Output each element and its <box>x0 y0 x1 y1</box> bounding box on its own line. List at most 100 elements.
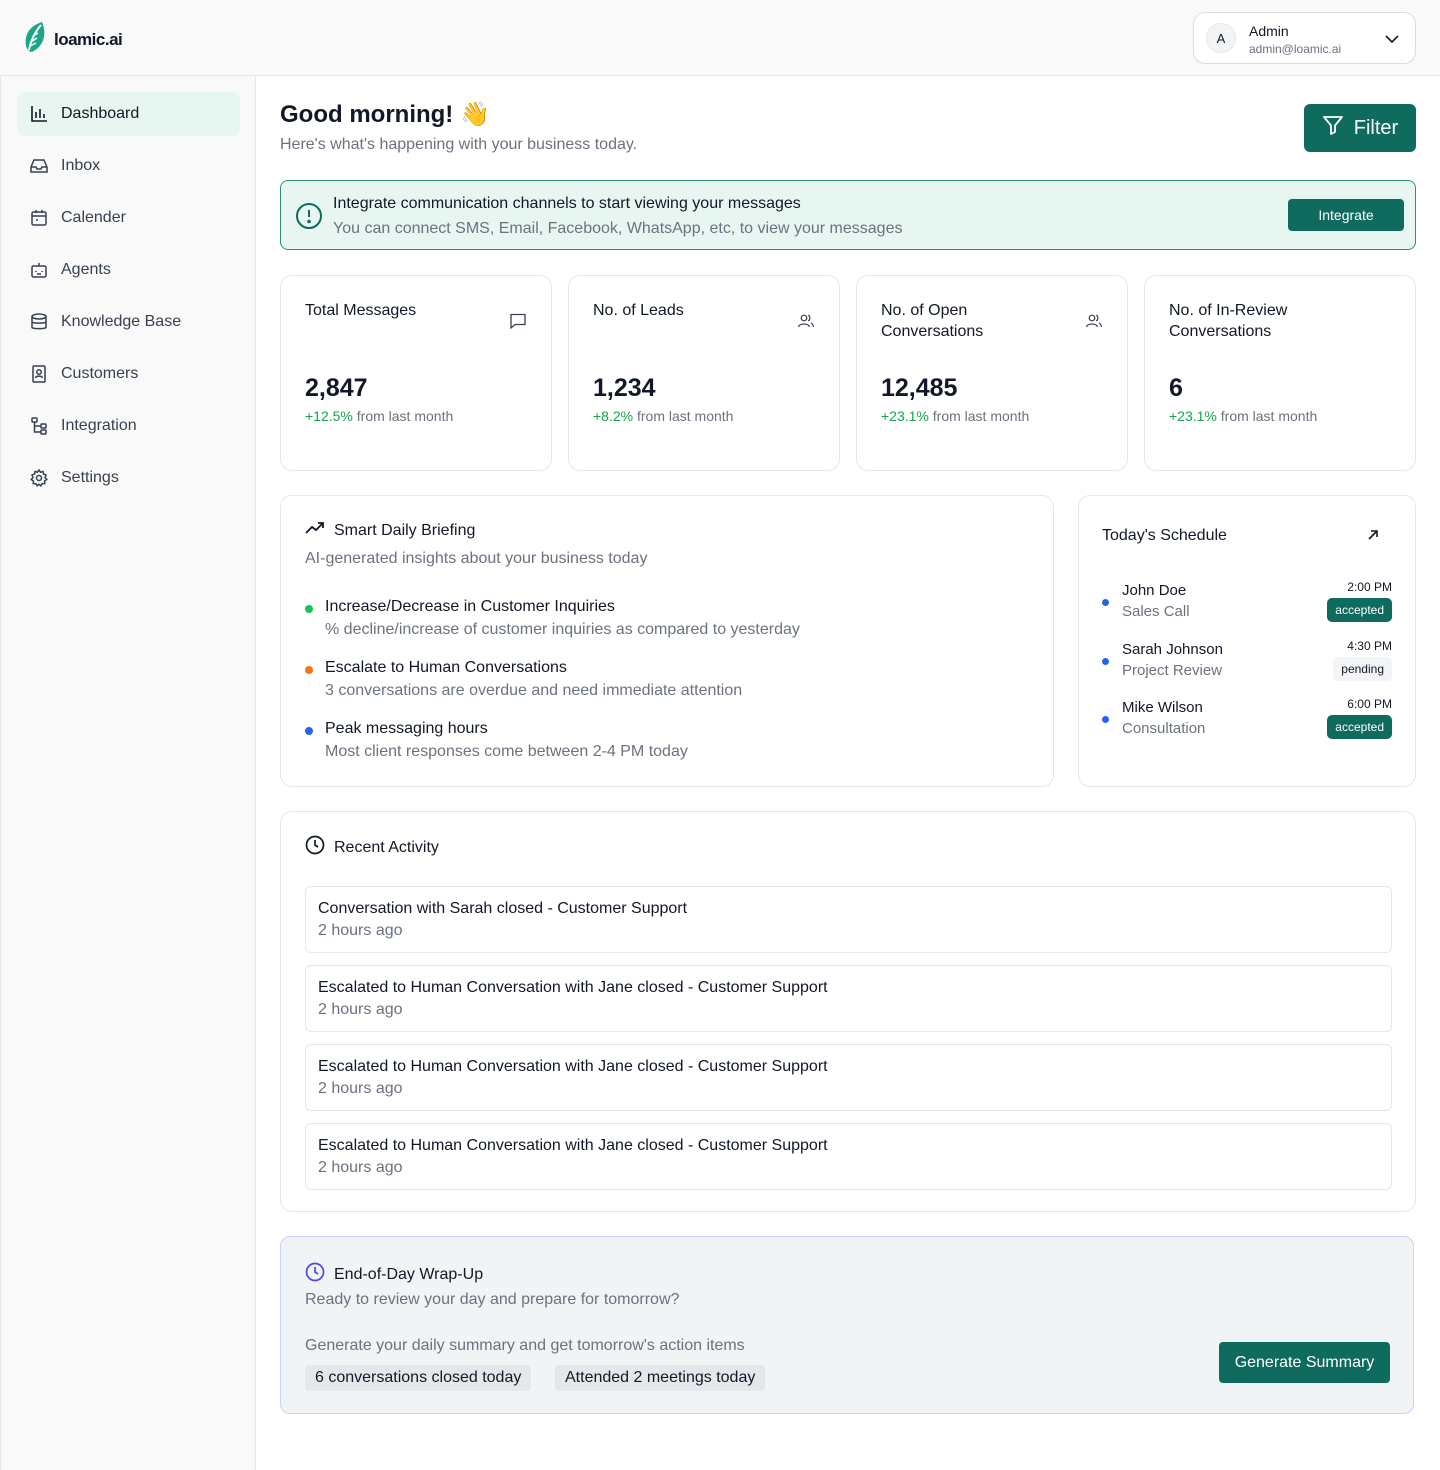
wrapup-title-text: End-of-Day Wrap-Up <box>334 1265 484 1283</box>
sidebar-item-label: Integration <box>61 417 137 434</box>
wrapup-title: End-of-Day Wrap-Up <box>305 1262 483 1287</box>
schedule-dot <box>1102 716 1109 723</box>
message-icon <box>509 312 527 335</box>
schedule-item[interactable]: Mike Wilson Consultation 6:00 PM accepte… <box>1102 697 1392 745</box>
summary-chip: 6 conversations closed today <box>305 1365 532 1391</box>
clock-icon <box>305 835 325 860</box>
activity-item-title: Conversation with Sarah closed - Custome… <box>318 900 688 917</box>
stat-value: 6 <box>1169 374 1183 402</box>
leaf-logo-icon <box>22 20 48 59</box>
schedule-type: Consultation <box>1122 720 1206 737</box>
users-icon <box>797 312 815 335</box>
banner-title: Integrate communication channels to star… <box>333 195 801 212</box>
sidebar-item-dashboard[interactable]: Dashboard <box>17 92 240 136</box>
list-item[interactable]: Escalated to Human Conversation with Jan… <box>305 1123 1392 1190</box>
stat-change-suffix: from last month <box>633 408 734 424</box>
activity-item-title: Escalated to Human Conversation with Jan… <box>318 1058 828 1075</box>
calendar-icon <box>29 208 49 228</box>
schedule-dot <box>1102 658 1109 665</box>
briefing-subtitle: AI-generated insights about your busines… <box>305 550 648 567</box>
stat-change: +8.2% from last month <box>593 408 733 424</box>
chevron-down-icon[interactable] <box>1383 30 1401 53</box>
stat-card-total-messages: Total Messages 2,847 +12.5% from last mo… <box>280 275 552 471</box>
stat-change-percent: +23.1% <box>881 408 929 424</box>
logo[interactable]: loamic.ai <box>22 20 123 59</box>
activity-title-text: Recent Activity <box>334 838 439 856</box>
users-icon <box>1085 312 1103 335</box>
account-menu[interactable]: A Admin admin@loamic.ai <box>1193 12 1416 64</box>
sidebar-item-label: Customers <box>61 365 139 382</box>
contact-icon <box>29 364 49 384</box>
schedule-item[interactable]: John Doe Sales Call 2:00 PM accepted <box>1102 580 1392 628</box>
schedule-name: Mike Wilson <box>1122 699 1203 716</box>
clock-icon <box>305 1262 325 1287</box>
filter-icon <box>1322 114 1344 142</box>
list-item[interactable]: Escalated to Human Conversation with Jan… <box>305 965 1392 1032</box>
activity-item-time: 2 hours ago <box>318 1001 403 1018</box>
sidebar-item-settings[interactable]: Settings <box>17 456 240 500</box>
banner-text: You can connect SMS, Email, Facebook, Wh… <box>333 220 903 237</box>
account-name: Admin <box>1249 23 1289 39</box>
sidebar-item-label: Dashboard <box>61 105 140 122</box>
stat-change-suffix: from last month <box>1216 408 1318 424</box>
sidebar-item-inbox[interactable]: Inbox <box>17 144 240 188</box>
avatar: A <box>1206 23 1236 53</box>
sidebar-item-customers[interactable]: Customers <box>17 352 240 396</box>
account-email: admin@loamic.ai <box>1249 42 1342 56</box>
summary-chip: Attended 2 meetings today <box>555 1365 766 1391</box>
trending-up-icon <box>305 521 325 540</box>
schedule-type: Project Review <box>1122 662 1223 679</box>
schedule-title: Today's Schedule <box>1102 527 1227 544</box>
stat-change-percent: +12.5% <box>305 408 353 424</box>
database-icon <box>29 312 49 332</box>
workflow-icon <box>29 416 49 436</box>
activity-item-time: 2 hours ago <box>318 1080 403 1097</box>
stat-change: +12.5% from last month <box>305 408 453 424</box>
sidebar-item-label: Settings <box>61 469 119 486</box>
stat-change-suffix: from last month <box>928 408 1030 424</box>
filter-button[interactable]: Filter <box>1304 104 1416 152</box>
sidebar-item-agents[interactable]: Agents <box>17 248 240 292</box>
sidebar: Dashboard Inbox Calender Agents Knowledg… <box>0 76 256 1470</box>
stat-change-suffix: from last month <box>352 408 454 424</box>
stat-change-percent: +8.2% <box>593 408 634 424</box>
stat-title: No. of In-Review Conversations <box>1169 302 1288 340</box>
sidebar-item-integration[interactable]: Integration <box>17 404 240 448</box>
sidebar-item-label: Knowledge Base <box>61 313 182 330</box>
stat-card-leads: No. of Leads 1,234 +8.2% from last month <box>568 275 840 471</box>
recent-activity: Recent Activity Conversation with Sarah … <box>280 811 1416 1212</box>
activity-item-time: 2 hours ago <box>318 922 403 939</box>
list-item[interactable]: Conversation with Sarah closed - Custome… <box>305 886 1392 953</box>
page-title: Good morning! 👋 <box>280 101 490 128</box>
sidebar-item-label: Inbox <box>61 157 101 174</box>
generate-summary-button[interactable]: Generate Summary <box>1219 1342 1390 1383</box>
status-dot-green <box>305 605 313 613</box>
briefing-item-desc: 3 conversations are overdue and need imm… <box>325 682 743 699</box>
stat-title: No. of Leads <box>593 302 684 319</box>
status-badge: accepted <box>1327 715 1392 739</box>
stat-card-open-conversations: No. of Open Conversations 12,485 +23.1% … <box>856 275 1128 471</box>
gear-icon <box>29 468 49 488</box>
integrate-button[interactable]: Integrate <box>1288 199 1404 231</box>
stat-value: 12,485 <box>881 374 958 402</box>
activity-item-title: Escalated to Human Conversation with Jan… <box>318 1137 828 1154</box>
stat-value: 2,847 <box>305 374 368 402</box>
stat-change: +23.1% from last month <box>881 408 1029 424</box>
list-item[interactable]: Escalated to Human Conversation with Jan… <box>305 1044 1392 1111</box>
schedule-time: 2:00 PM <box>1347 580 1392 594</box>
status-dot-blue <box>305 727 313 735</box>
briefing-item-desc: Most client responses come between 2-4 P… <box>325 743 688 760</box>
sidebar-item-calender[interactable]: Calender <box>17 196 240 240</box>
sidebar-item-label: Calender <box>61 209 126 226</box>
end-of-day-wrap-up: End-of-Day Wrap-Up Ready to review your … <box>280 1236 1414 1414</box>
status-badge: accepted <box>1327 598 1392 622</box>
briefing-item-desc: % decline/increase of customer inquiries… <box>325 621 800 638</box>
briefing-item-title: Peak messaging hours <box>325 720 488 737</box>
bar-chart-icon <box>29 104 49 124</box>
activity-item-time: 2 hours ago <box>318 1159 403 1176</box>
activity-title: Recent Activity <box>305 835 439 860</box>
arrow-up-right-icon[interactable] <box>1367 528 1379 546</box>
schedule-item[interactable]: Sarah Johnson Project Review 4:30 PM pen… <box>1102 639 1392 687</box>
schedule-dot <box>1102 599 1109 606</box>
sidebar-item-knowledge-base[interactable]: Knowledge Base <box>17 300 240 344</box>
